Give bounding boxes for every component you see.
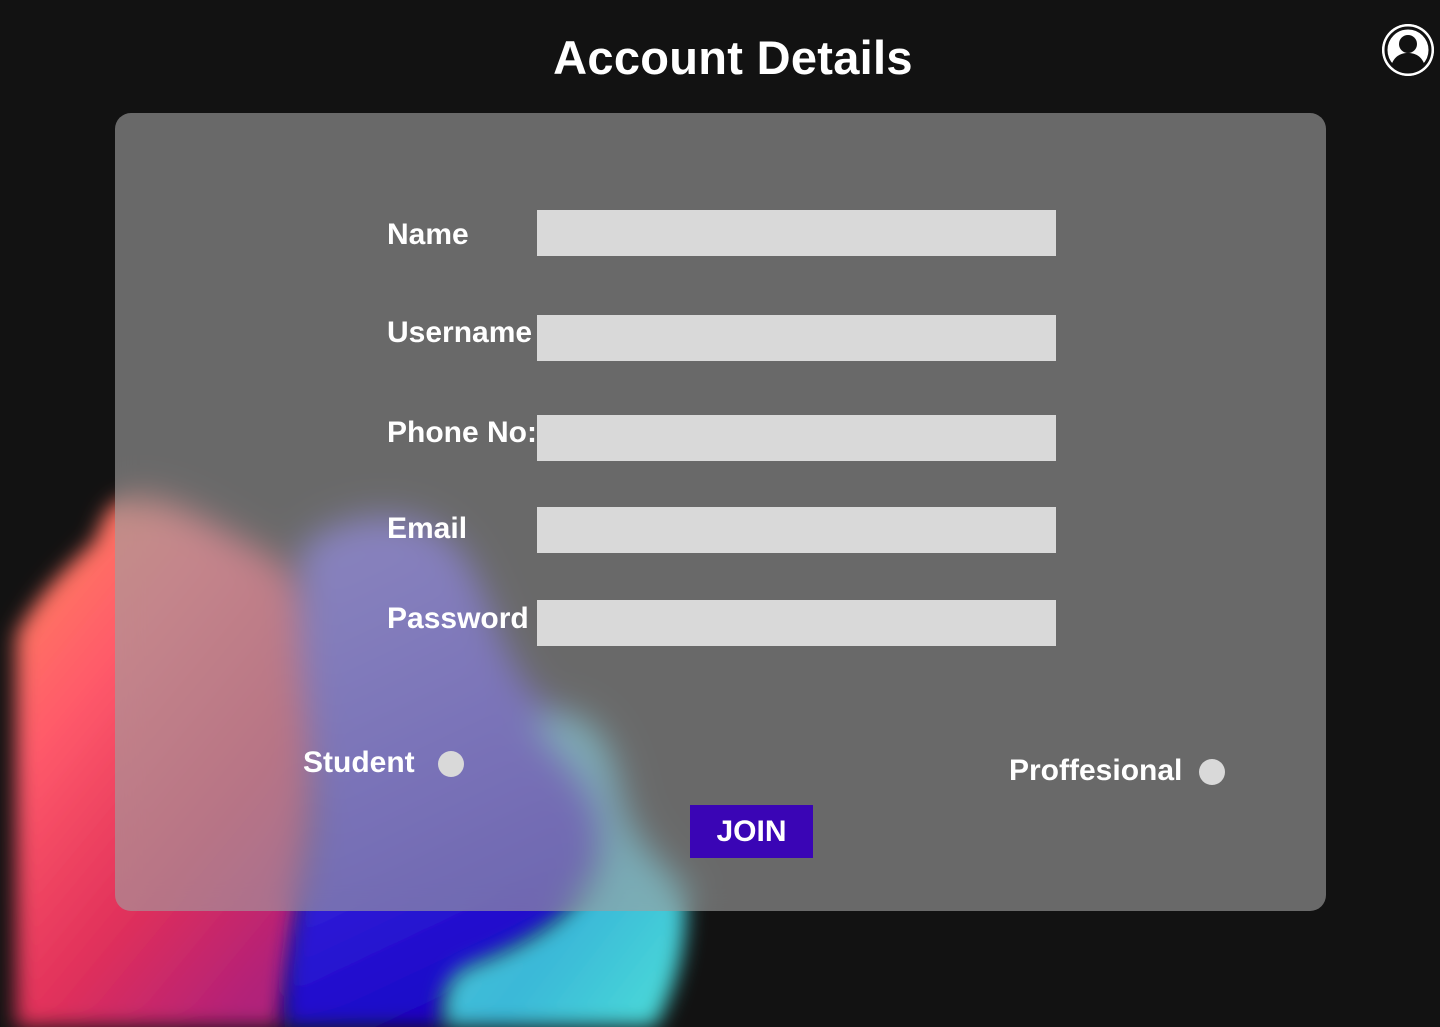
name-label: Name — [387, 218, 469, 251]
student-radio-button[interactable] — [438, 751, 464, 777]
student-radio-label: Student — [303, 746, 415, 779]
password-label: Password — [387, 602, 529, 635]
professional-radio-button[interactable] — [1199, 759, 1225, 785]
phone-label: Phone No: — [387, 416, 537, 449]
user-avatar-icon[interactable] — [1382, 24, 1434, 76]
user-silhouette-icon — [1382, 24, 1434, 76]
name-input[interactable] — [537, 210, 1056, 256]
password-input[interactable] — [537, 600, 1056, 646]
join-button[interactable]: JOIN — [690, 805, 813, 858]
email-label: Email — [387, 512, 468, 545]
page-title: Account Details — [553, 31, 913, 84]
email-input[interactable] — [537, 507, 1056, 553]
account-details-screen: Account Details Name Username Phone No: … — [0, 0, 1440, 1027]
phone-input[interactable] — [537, 415, 1056, 461]
username-input[interactable] — [537, 315, 1056, 361]
username-label: Username — [387, 316, 533, 349]
professional-radio-label: Proffesional — [1009, 754, 1183, 787]
